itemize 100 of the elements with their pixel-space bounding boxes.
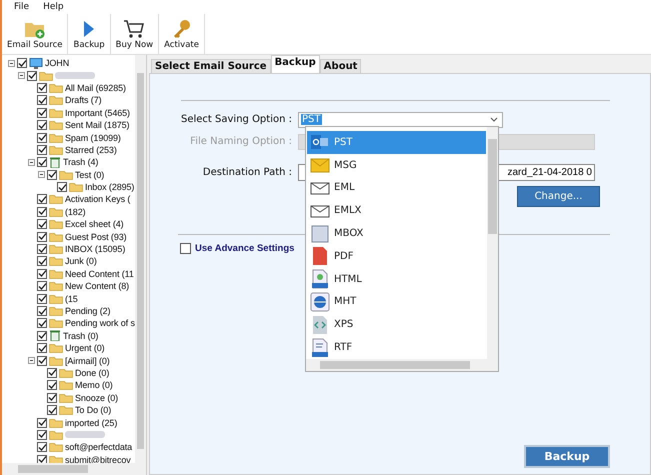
folder-label[interactable]: Done (0) [75,368,110,378]
folder-label[interactable]: Activation Keys ( [65,194,130,204]
folder-label[interactable]: Important (5465) [65,108,130,118]
folder-label[interactable]: Urgent (0) [65,343,105,354]
folder-label[interactable]: Need Content (11 [65,268,134,279]
folder-label[interactable]: (182) [65,206,86,217]
horizontal-scrollbar[interactable] [306,359,498,371]
checkbox[interactable] [37,194,47,204]
checkbox[interactable] [37,330,47,341]
menu-item[interactable]: Help [43,2,64,12]
folder-label[interactable]: Trash (4) [63,157,98,168]
folder-label[interactable]: New Content (8) [65,281,130,292]
folder-icon [49,343,63,354]
format-option[interactable]: MBOX [307,222,486,245]
checkbox[interactable] [47,380,57,390]
checkbox[interactable] [47,405,57,416]
format-option[interactable]: RTF [307,336,486,357]
checkbox[interactable] [17,58,27,68]
checkbox[interactable] [37,120,47,130]
folder-label[interactable]: Excel sheet (4) [65,219,124,230]
checkbox[interactable] [47,170,57,180]
checkbox[interactable] [37,95,47,106]
checkbox-label[interactable]: Use Advance Settings [195,243,294,254]
trash-icon [49,156,61,168]
folder-label[interactable]: Starred (253) [65,144,117,155]
checkbox[interactable] [37,108,47,118]
folder-label[interactable]: [Airmail] (0) [65,356,110,366]
checkbox[interactable] [57,182,67,192]
checkbox[interactable] [37,442,47,452]
checkbox[interactable] [37,343,47,354]
folder-label[interactable]: Guest Post (93) [65,232,127,242]
checkbox[interactable] [37,256,47,266]
change-button[interactable]: Change... [517,186,600,207]
checkbox[interactable] [47,368,57,378]
checkbox[interactable] [37,356,47,366]
folder-label[interactable]: Pending (2) [65,306,110,316]
folder-icon [49,108,63,118]
tab[interactable]: About [320,59,362,73]
checkbox[interactable] [37,268,47,279]
checkbox[interactable] [37,244,47,254]
menu-item[interactable]: File [14,2,30,12]
folder-label[interactable]: Spam (19099) [65,132,121,143]
folder-label[interactable]: Memo (0) [75,380,113,390]
checkbox[interactable] [37,454,47,465]
folder-icon [49,95,63,106]
format-option[interactable]: MSG [307,154,486,177]
checkbox[interactable] [37,306,47,316]
checkbox[interactable] [37,281,47,292]
folder-label[interactable]: To Do (0) [75,405,112,416]
folder-label[interactable]: (15 [65,294,78,304]
folder-label[interactable]: Sent Mail (1875) [65,120,130,130]
folder-icon [49,268,63,279]
folder-label[interactable]: imported (25) [65,418,118,428]
checkbox[interactable] [37,232,47,242]
tab[interactable]: Select Email Source [151,59,271,73]
tab[interactable]: Backup [270,55,320,73]
horizontal-scrollbar[interactable] [2,463,146,475]
format-option[interactable]: PDF [307,244,486,268]
vertical-scrollbar[interactable] [487,127,498,359]
folder-icon [59,405,73,416]
format-option[interactable]: EML [307,176,486,200]
checkbox[interactable] [37,294,47,304]
folder-icon [49,219,63,230]
checkbox[interactable] [37,144,47,155]
collapse-toggle[interactable] [38,171,45,178]
checkbox[interactable] [37,157,47,168]
collapse-toggle[interactable] [8,60,15,67]
folder-label[interactable]: submit@bitrecov [65,454,131,465]
blurred-label [55,72,95,80]
backup-button[interactable]: Backup [524,445,610,468]
collapse-toggle[interactable] [28,158,35,166]
checkbox[interactable] [47,392,57,403]
collapse-toggle[interactable] [18,72,25,80]
folder-label[interactable]: All Mail (69285) [65,82,126,93]
folder-label[interactable]: Pending work of s [65,318,135,328]
folder-label[interactable]: INBOX (15095) [65,244,126,254]
folder-label[interactable]: Test (0) [75,170,104,180]
checkbox[interactable] [37,82,47,93]
checkbox[interactable] [37,132,47,143]
format-option[interactable]: HTML [307,268,486,291]
checkbox[interactable] [37,318,47,328]
folder-label[interactable]: Junk (0) [65,256,97,266]
folder-label[interactable]: Drafts (7) [65,95,102,106]
folder-label[interactable]: Trash (0) [63,330,98,341]
vertical-scrollbar[interactable] [135,55,146,463]
checkbox[interactable] [37,219,47,230]
format-option[interactable]: MHT [307,290,486,314]
checkbox[interactable] [37,418,47,428]
checkbox[interactable] [37,206,47,217]
folder-label[interactable]: Snooze (0) [75,392,118,403]
collapse-toggle[interactable] [28,357,35,364]
checkbox[interactable] [27,70,37,81]
folder-label[interactable]: Inbox (2895) [85,182,134,192]
checkbox[interactable] [37,430,47,440]
format-option[interactable]: EMLX [307,199,486,222]
format-option[interactable]: XPS [307,313,486,336]
folder-label[interactable]: soft@perfectdata [65,442,132,452]
folder-icon [49,430,63,440]
checkbox[interactable] [180,243,191,254]
folder-label[interactable]: JOHN [45,58,70,68]
